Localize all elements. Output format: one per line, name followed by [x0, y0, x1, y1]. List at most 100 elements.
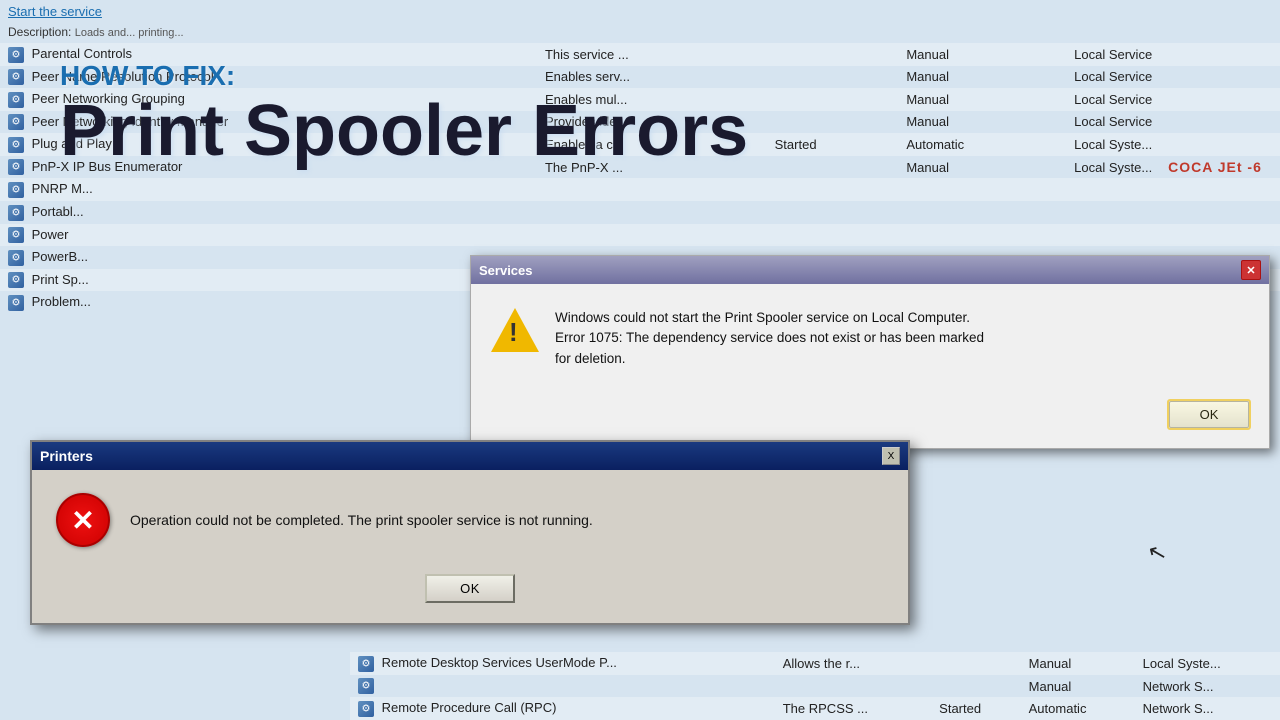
service-icon [8, 69, 24, 85]
printers-body: Operation could not be completed. The pr… [32, 470, 908, 570]
service-icon [8, 47, 24, 63]
service-startup-cell [898, 178, 1066, 201]
service-icon [8, 250, 24, 266]
service-logon-cell: Local Service [1066, 88, 1280, 111]
table-row: PNRP M... [0, 178, 1280, 201]
warning-icon [491, 308, 539, 356]
service-status-cell [767, 178, 899, 201]
service-description-cell [775, 675, 931, 698]
service-status-cell [767, 156, 899, 179]
service-icon [8, 272, 24, 288]
service-logon-cell: Network S... [1135, 697, 1280, 720]
service-status-cell: Started [931, 697, 1020, 720]
service-logon-cell: Local Service [1066, 111, 1280, 134]
service-icon [8, 205, 24, 221]
table-row: Portabl... [0, 201, 1280, 224]
service-startup-cell: Manual [898, 88, 1066, 111]
service-icon [358, 678, 374, 694]
service-name-cell: Print Sp... [0, 269, 537, 292]
error-line1: Windows could not start the Print Spoole… [555, 308, 1249, 328]
service-description-cell: Allows the r... [775, 652, 931, 675]
services-error-body: Windows could not start the Print Spoole… [471, 284, 1269, 393]
how-to-fix-label: HOW TO FIX: [60, 60, 748, 92]
error-line3: for deletion. [555, 349, 1249, 369]
printers-close-button[interactable]: X [882, 447, 900, 465]
table-row: Remote Procedure Call (RPC) The RPCSS ..… [350, 697, 1280, 720]
service-description-cell [537, 201, 767, 224]
service-startup-cell [898, 201, 1066, 224]
overlay-title-block: HOW TO FIX: Print Spooler Errors [60, 60, 748, 171]
services-error-title: Services [479, 263, 533, 278]
service-logon-cell: Local Service [1066, 66, 1280, 89]
service-status-cell [767, 201, 899, 224]
service-description-cell [537, 178, 767, 201]
service-startup-cell: Automatic [898, 133, 1066, 156]
service-status-cell [767, 43, 899, 66]
service-startup-cell: Manual [898, 66, 1066, 89]
service-status-cell [931, 652, 1020, 675]
service-icon [8, 114, 24, 130]
service-status-cell: Started [767, 133, 899, 156]
bottom-services-table: Remote Desktop Services UserMode P... Al… [350, 652, 1280, 720]
error-line2: Error 1075: The dependency service does … [555, 328, 1249, 348]
service-icon [8, 295, 24, 311]
service-icon [358, 656, 374, 672]
service-logon-cell [1066, 224, 1280, 247]
service-startup-cell [898, 224, 1066, 247]
table-row: Remote Desktop Services UserMode P... Al… [350, 652, 1280, 675]
service-icon [8, 227, 24, 243]
printers-titlebar: Printers X [32, 442, 908, 470]
services-ok-button[interactable]: OK [1169, 401, 1249, 428]
brand-text: COCA JEt -6 [1168, 159, 1262, 175]
service-name-cell: Portabl... [0, 201, 537, 224]
service-icon [8, 92, 24, 108]
service-status-cell [767, 88, 899, 111]
service-name-cell: Remote Desktop Services UserMode P... [350, 652, 775, 675]
service-name-cell: Problem... [0, 291, 537, 314]
service-icon [8, 137, 24, 153]
service-icon [8, 159, 24, 175]
service-icon [8, 182, 24, 198]
printers-dialog: Printers X Operation could not be comple… [30, 440, 910, 625]
service-name-cell: Power [0, 224, 537, 247]
service-status-cell [767, 224, 899, 247]
service-startup-cell: Manual [1021, 675, 1135, 698]
services-error-close-button[interactable]: ✕ [1241, 260, 1261, 280]
services-error-dialog: Services ✕ Windows could not start the P… [470, 255, 1270, 449]
error-message-text: Windows could not start the Print Spoole… [555, 308, 1249, 369]
service-logon-cell [1066, 201, 1280, 224]
service-status-cell [767, 111, 899, 134]
service-startup-cell: Automatic [1021, 697, 1135, 720]
brand-watermark: COCA JEt -6 [1150, 148, 1280, 186]
services-error-titlebar: Services ✕ [471, 256, 1269, 284]
service-status-cell [931, 675, 1020, 698]
description-label: Description: [8, 25, 71, 39]
service-icon [358, 701, 374, 717]
service-logon-cell: Local Service [1066, 43, 1280, 66]
bottom-services: Remote Desktop Services UserMode P... Al… [350, 652, 1280, 720]
warning-triangle [491, 308, 539, 352]
error-x-icon [56, 493, 110, 547]
service-name-cell [350, 675, 775, 698]
start-service-link[interactable]: Start the service [8, 4, 102, 19]
service-description-cell: The RPCSS ... [775, 697, 931, 720]
service-name-cell: Remote Procedure Call (RPC) [350, 697, 775, 720]
printers-ok-area: OK [32, 570, 908, 623]
printers-message: Operation could not be completed. The pr… [130, 510, 593, 531]
service-description-cell [537, 224, 767, 247]
service-startup-cell: Manual [898, 43, 1066, 66]
printers-ok-button[interactable]: OK [425, 574, 515, 603]
service-logon-cell: Local Syste... [1135, 652, 1280, 675]
printers-title: Printers [40, 448, 93, 464]
service-status-cell [767, 66, 899, 89]
table-row: Manual Network S... [350, 675, 1280, 698]
description-text: Loads and... printing... [75, 27, 184, 39]
service-name-cell: PNRP M... [0, 178, 537, 201]
table-row: Power [0, 224, 1280, 247]
service-startup-cell: Manual [1021, 652, 1135, 675]
service-startup-cell: Manual [898, 156, 1066, 179]
service-startup-cell: Manual [898, 111, 1066, 134]
main-title-label: Print Spooler Errors [60, 92, 748, 171]
service-logon-cell: Network S... [1135, 675, 1280, 698]
service-name-cell: PowerB... [0, 246, 537, 269]
